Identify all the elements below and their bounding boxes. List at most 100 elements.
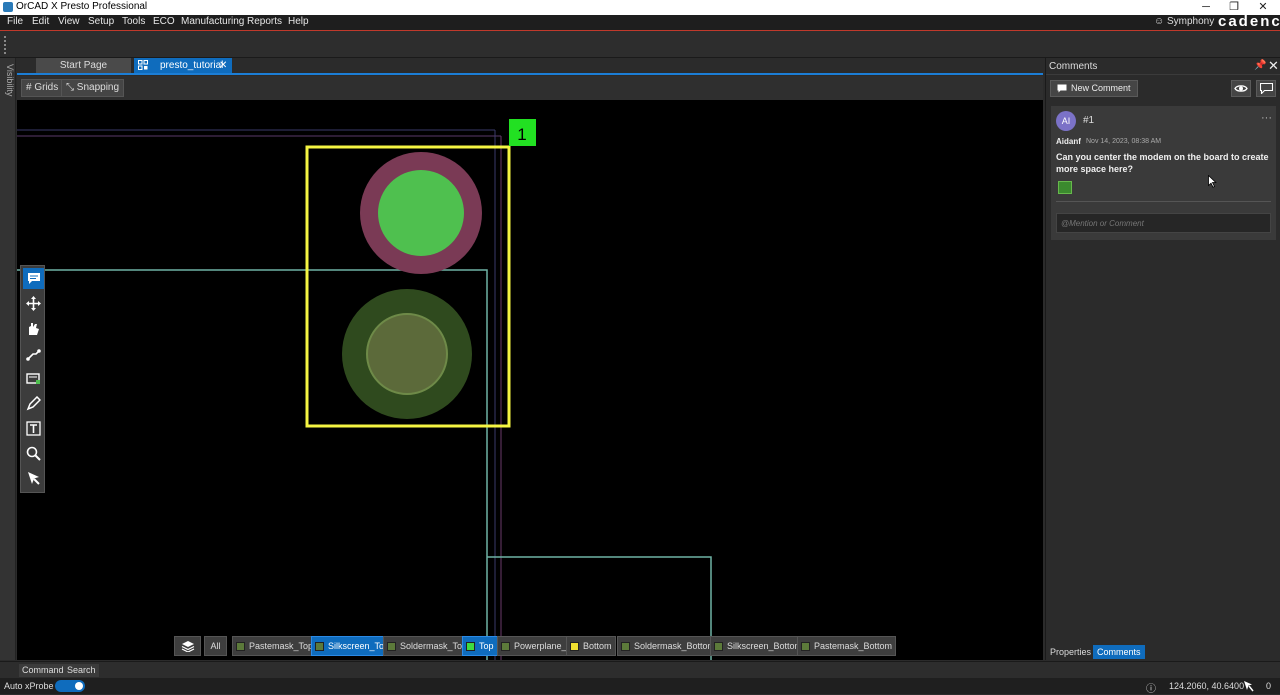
grids-label: Grids (34, 82, 59, 93)
symphony-button[interactable]: ☺ Symphony (1154, 16, 1214, 27)
layer-label: Pastemask_Bottom (814, 641, 893, 651)
panel-header: Comments 📌 ✕ (1046, 58, 1280, 75)
menu-file[interactable]: File (7, 16, 23, 27)
symphony-icon: ☺ (1154, 16, 1165, 27)
snapping-button[interactable]: ⤡ Snapping (61, 79, 125, 97)
place-tool-button[interactable] (23, 318, 44, 339)
layer-swatch (387, 641, 396, 651)
comment-tool-button[interactable] (23, 268, 44, 289)
route-tool-button[interactable] (23, 343, 44, 364)
cadence-logo: cadence (1218, 13, 1280, 30)
design-canvas[interactable]: 1 (17, 100, 1043, 660)
tool-palette (20, 265, 45, 493)
chat-icon (1259, 83, 1273, 94)
layer-top[interactable]: Top (462, 636, 498, 656)
board-drawing: 1 (17, 119, 712, 660)
panel-tabs: Properties Comments (1046, 644, 1280, 660)
layer-all-button[interactable]: All (204, 636, 227, 656)
comments-panel: Comments 📌 ✕ New Comment AI #1 ··· Aidan… (1045, 58, 1280, 660)
toolbar-grip[interactable] (4, 36, 6, 54)
menu-eco[interactable]: ECO (153, 16, 175, 27)
board-tool-button[interactable] (23, 368, 44, 389)
visibility-rail[interactable]: Visibility (0, 58, 16, 660)
comment-attachment-thumbnail[interactable] (1058, 181, 1072, 194)
top-pad[interactable] (378, 170, 464, 256)
minimize-button[interactable]: ─ (1192, 0, 1220, 15)
tab-start-page[interactable]: Start Page (36, 58, 131, 73)
toggle-knob (75, 682, 83, 690)
tab-command[interactable]: Command (19, 664, 67, 677)
design-icon (138, 60, 148, 70)
layer-swatch (236, 641, 245, 651)
tab-properties[interactable]: Properties (1046, 645, 1095, 659)
grid-toolbar: # Grids ⤡ Snapping (17, 76, 1043, 100)
avatar: AI (1056, 111, 1076, 131)
menu-reports[interactable]: Reports (247, 16, 282, 27)
layer-soldermask-top[interactable]: Soldermask_Top (383, 636, 472, 656)
bottom-pad[interactable] (366, 313, 448, 395)
layer-swatch (714, 641, 723, 651)
comment-text: Can you center the modem on the board to… (1056, 152, 1269, 174)
comment-card[interactable]: AI #1 ··· Aidanf Nov 14, 2023, 08:38 AM … (1051, 106, 1276, 240)
layer-powerplane-1[interactable]: Powerplane_1 (497, 636, 576, 656)
reply-field[interactable] (1056, 213, 1271, 233)
layer-swatch (315, 641, 324, 651)
new-comment-button[interactable]: New Comment (1050, 80, 1138, 97)
toolbar-strip (0, 30, 1280, 58)
layers-stack-button[interactable] (174, 636, 201, 656)
menu-manufacturing[interactable]: Manufacturing (181, 16, 244, 27)
board-icon (26, 373, 40, 384)
comments-list-button[interactable] (1256, 80, 1276, 97)
menu-view[interactable]: View (58, 16, 80, 27)
comment-date: Nov 14, 2023, 08:38 AM (1086, 138, 1162, 145)
layer-label: Soldermask_Top (400, 641, 468, 651)
layer-swatch (621, 641, 630, 651)
layer-label: Top (479, 641, 494, 651)
layer-label: Soldermask_Bottom (634, 641, 716, 651)
menu-edit[interactable]: Edit (32, 16, 49, 27)
comment-number: #1 (1083, 115, 1095, 126)
zoom-tool-button[interactable] (23, 443, 44, 464)
text-tool-button[interactable] (23, 418, 44, 439)
menu-tools[interactable]: Tools (122, 16, 145, 27)
layer-label: Silkscreen_Top (328, 641, 390, 651)
reply-input[interactable] (1057, 214, 1270, 232)
layer-swatch (801, 641, 810, 651)
edit-tool-button[interactable] (23, 393, 44, 414)
grids-button[interactable]: # Grids (21, 79, 64, 97)
snapping-label: Snapping (76, 82, 120, 93)
tab-search[interactable]: Search (64, 664, 99, 677)
document-tabs: Start Page presto_tutorial ✕ (17, 58, 1043, 75)
menu-help[interactable]: Help (288, 16, 309, 27)
comment-marker-number: 1 (517, 125, 526, 144)
layer-label: Bottom (583, 641, 612, 651)
tab-presto-tutorial[interactable]: presto_tutorial ✕ (134, 58, 232, 73)
zoom-icon (26, 446, 41, 461)
layer-silkscreen-top[interactable]: Silkscreen_Top (311, 636, 394, 656)
tab-comments[interactable]: Comments (1093, 645, 1145, 659)
layer-silkscreen-bottom[interactable]: Silkscreen_Bottom (710, 636, 807, 656)
text-icon (26, 421, 41, 436)
layer-pastemask-bottom[interactable]: Pastemask_Bottom (797, 636, 897, 656)
hand-icon (29, 323, 39, 335)
layer-swatch (570, 641, 579, 651)
tab-label: presto_tutorial (160, 60, 224, 71)
close-panel-icon[interactable]: ✕ (1268, 58, 1279, 74)
select-tool-button[interactable] (23, 468, 44, 489)
layer-bottom[interactable]: Bottom (566, 636, 616, 656)
info-icon[interactable]: ⓘ (1146, 680, 1156, 695)
tab-close-icon[interactable]: ✕ (219, 58, 227, 73)
more-options-icon[interactable]: ··· (1261, 112, 1272, 124)
pin-icon[interactable]: 📌 (1254, 60, 1266, 71)
layer-soldermask-bottom[interactable]: Soldermask_Bottom (617, 636, 720, 656)
selection-count: 0 (1266, 681, 1272, 691)
move-tool-button[interactable] (23, 293, 44, 314)
comment-icon (27, 273, 40, 284)
auto-xprobe-toggle[interactable] (55, 680, 85, 692)
bottom-tabs: Command Search (0, 661, 1280, 678)
menu-setup[interactable]: Setup (88, 16, 114, 27)
visibility-toggle-button[interactable] (1231, 80, 1251, 97)
snap-icon: ⤡ (66, 82, 74, 93)
grid-icon: # (26, 82, 32, 93)
layer-pastemask-top[interactable]: Pastemask_Top (232, 636, 318, 656)
